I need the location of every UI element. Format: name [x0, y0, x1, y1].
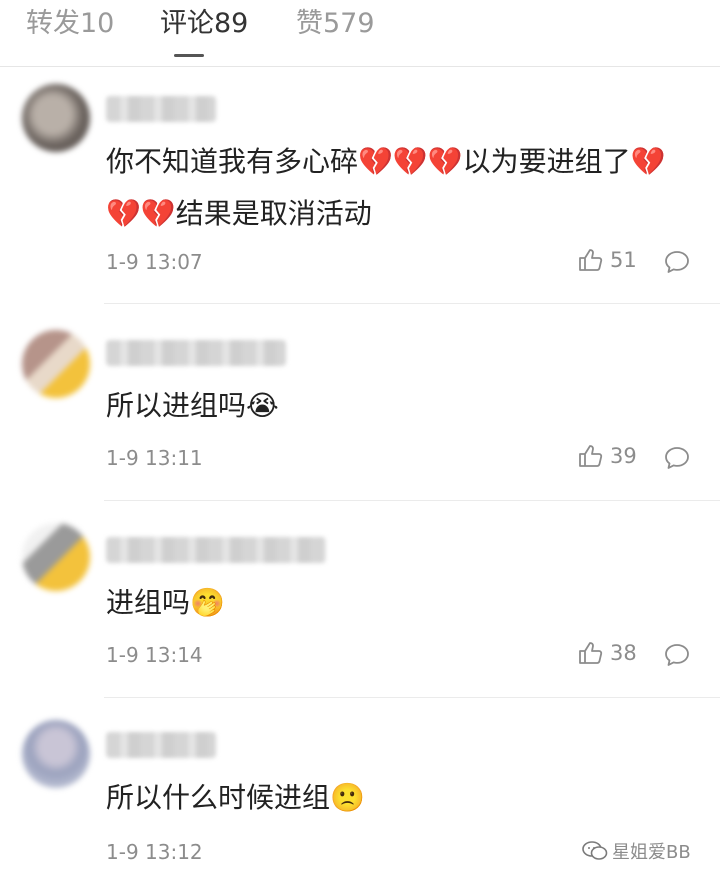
- comment-text: 进组吗🤭: [106, 586, 225, 619]
- reply-bubble-icon[interactable]: [664, 446, 690, 470]
- comment-item: 你不知道我有多心碎💔💔💔以为要进组了💔💔💔结果是取消活动 1-9 13:07 5…: [0, 66, 720, 304]
- comment-tabs: 转发10 评论89 赞579: [0, 0, 720, 67]
- username[interactable]: [106, 537, 326, 563]
- avatar[interactable]: [22, 523, 90, 591]
- comment-text: 你不知道我有多心碎💔💔💔以为要进组了💔💔💔结果是取消活动: [106, 145, 666, 230]
- comment-time: 1-9 13:07: [106, 250, 203, 274]
- like-count: 39: [610, 444, 637, 468]
- comment-time: 1-9 13:14: [106, 643, 203, 667]
- avatar[interactable]: [22, 84, 90, 152]
- thumbs-up-icon: [579, 445, 603, 467]
- reply-bubble-icon[interactable]: [664, 250, 690, 274]
- tab-comments[interactable]: 评论89: [160, 6, 248, 42]
- thumbs-up-icon: [579, 642, 603, 664]
- username[interactable]: [106, 340, 286, 366]
- comment-time: 1-9 13:11: [106, 446, 203, 470]
- username[interactable]: [106, 732, 216, 758]
- tab-reposts[interactable]: 转发10: [26, 6, 114, 42]
- avatar[interactable]: [22, 330, 90, 398]
- reply-bubble-icon[interactable]: [664, 643, 690, 667]
- like-count: 51: [610, 248, 637, 272]
- comment-item: 所以进组吗😭 1-9 13:11 39: [0, 304, 720, 501]
- avatar[interactable]: [22, 720, 90, 788]
- thumbs-up-icon: [579, 249, 603, 271]
- watermark: 星姐爱BB: [582, 838, 691, 864]
- like-button[interactable]: 38: [578, 641, 637, 665]
- like-button[interactable]: 39: [578, 444, 637, 468]
- watermark-text: 星姐爱BB: [612, 842, 691, 863]
- tab-likes[interactable]: 赞579: [296, 6, 375, 42]
- comment-item: 进组吗🤭 1-9 13:14 38: [0, 501, 720, 698]
- active-tab-indicator: [174, 54, 204, 57]
- username[interactable]: [106, 96, 216, 122]
- comment-time: 1-9 13:12: [106, 840, 203, 864]
- comment-text: 所以什么时候进组🙁: [106, 781, 365, 814]
- like-button[interactable]: 51: [578, 248, 637, 272]
- comment-text: 所以进组吗😭: [106, 389, 279, 422]
- like-count: 38: [610, 641, 637, 665]
- wechat-icon: [582, 841, 608, 860]
